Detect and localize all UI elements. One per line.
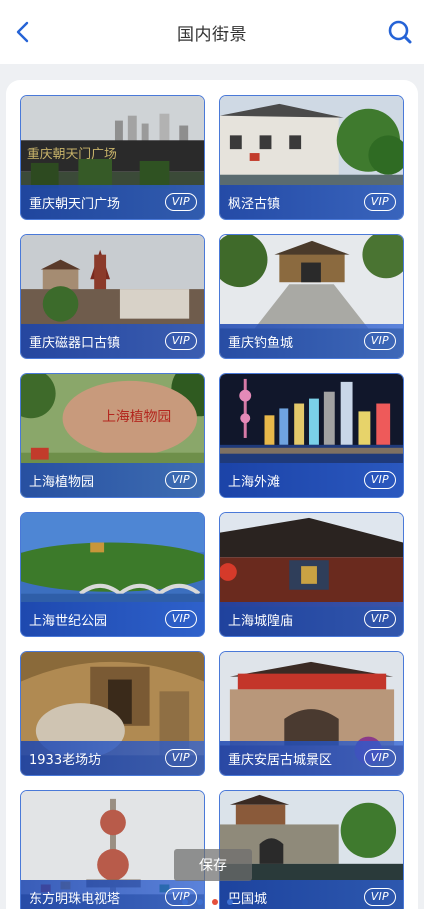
- card-caption: 东方明珠电视塔 VIP: [21, 880, 204, 909]
- search-icon: [388, 20, 412, 44]
- save-button[interactable]: 保存: [174, 849, 252, 881]
- card-title: 重庆磁器口古镇: [29, 335, 121, 351]
- top-bar: 国内街景: [0, 0, 424, 64]
- scenic-card-botanical-garden[interactable]: 上海植物园 上海植物园 VIP: [20, 373, 205, 498]
- card-caption: 上海世纪公园 VIP: [21, 602, 204, 636]
- page-title: 国内街景: [177, 24, 247, 45]
- vip-badge: VIP: [363, 471, 396, 489]
- page-dot[interactable]: [182, 899, 188, 905]
- scenic-card-diaoyucheng[interactable]: 重庆钓鱼城 VIP: [219, 234, 404, 359]
- card-title: 重庆钓鱼城: [228, 335, 294, 351]
- vip-badge: VIP: [164, 749, 197, 767]
- scenic-card-bund[interactable]: 上海外滩 VIP: [219, 373, 404, 498]
- card-title: 上海外滩: [228, 474, 281, 490]
- scenic-card-ciqikou[interactable]: 重庆磁器口古镇 VIP: [20, 234, 205, 359]
- card-title: 巴国城: [228, 891, 268, 907]
- scenic-card-century-park[interactable]: 上海世纪公园 VIP: [20, 512, 205, 637]
- scenic-card-chaotianmen[interactable]: 重庆朝天门广场 重庆朝天门广场 VIP: [20, 95, 205, 220]
- card-caption: 重庆钓鱼城 VIP: [220, 324, 403, 358]
- page-indicator: [182, 899, 233, 905]
- vip-badge: VIP: [363, 749, 396, 767]
- page-dot[interactable]: [227, 899, 233, 905]
- vip-badge: VIP: [363, 332, 396, 350]
- card-title: 枫泾古镇: [228, 196, 281, 212]
- vip-badge: VIP: [363, 888, 396, 906]
- page-dot-active[interactable]: [212, 899, 218, 905]
- card-caption: 枫泾古镇 VIP: [220, 185, 403, 219]
- botanical-garden-stone-text: 上海植物园: [102, 409, 171, 424]
- vip-badge: VIP: [363, 193, 396, 211]
- scenic-card-anju-ancient-town[interactable]: 重庆安居古城景区 VIP: [219, 651, 404, 776]
- card-caption: 1933老场坊 VIP: [21, 741, 204, 775]
- card-caption: 重庆朝天门广场 VIP: [21, 185, 204, 219]
- vip-badge: VIP: [363, 610, 396, 628]
- search-button[interactable]: [386, 18, 414, 46]
- card-title: 重庆安居古城景区: [228, 752, 333, 768]
- card-caption: 巴国城 VIP: [220, 880, 403, 909]
- card-caption: 重庆磁器口古镇 VIP: [21, 324, 204, 358]
- scenic-grid-panel: 重庆朝天门广场 重庆朝天门广场 VIP 枫泾古镇 VIP 重庆磁器口古镇 VIP…: [6, 80, 418, 909]
- scenic-card-1933-laochangfang[interactable]: 1933老场坊 VIP: [20, 651, 205, 776]
- scenic-card-fengjing[interactable]: 枫泾古镇 VIP: [219, 95, 404, 220]
- card-title: 上海世纪公园: [29, 613, 108, 629]
- chaotianmen-sign: 重庆朝天门广场: [27, 146, 117, 161]
- scenic-card-city-god-temple[interactable]: 上海城隍庙 VIP: [219, 512, 404, 637]
- card-title: 上海城隍庙: [228, 613, 294, 629]
- page-dot[interactable]: [197, 899, 203, 905]
- card-title: 重庆朝天门广场: [29, 196, 121, 212]
- card-caption: 上海城隍庙 VIP: [220, 602, 403, 636]
- back-button[interactable]: [12, 20, 32, 44]
- card-title: 1933老场坊: [29, 752, 102, 768]
- vip-badge: VIP: [164, 332, 197, 350]
- vip-badge: VIP: [164, 610, 197, 628]
- vip-badge: VIP: [164, 471, 197, 489]
- vip-badge: VIP: [164, 193, 197, 211]
- chevron-left-icon: [16, 21, 29, 43]
- card-title: 上海植物园: [29, 474, 95, 490]
- card-caption: 上海植物园 VIP: [21, 463, 204, 497]
- card-caption: 上海外滩 VIP: [220, 463, 403, 497]
- card-caption: 重庆安居古城景区 VIP: [220, 741, 403, 775]
- card-title: 东方明珠电视塔: [29, 891, 121, 907]
